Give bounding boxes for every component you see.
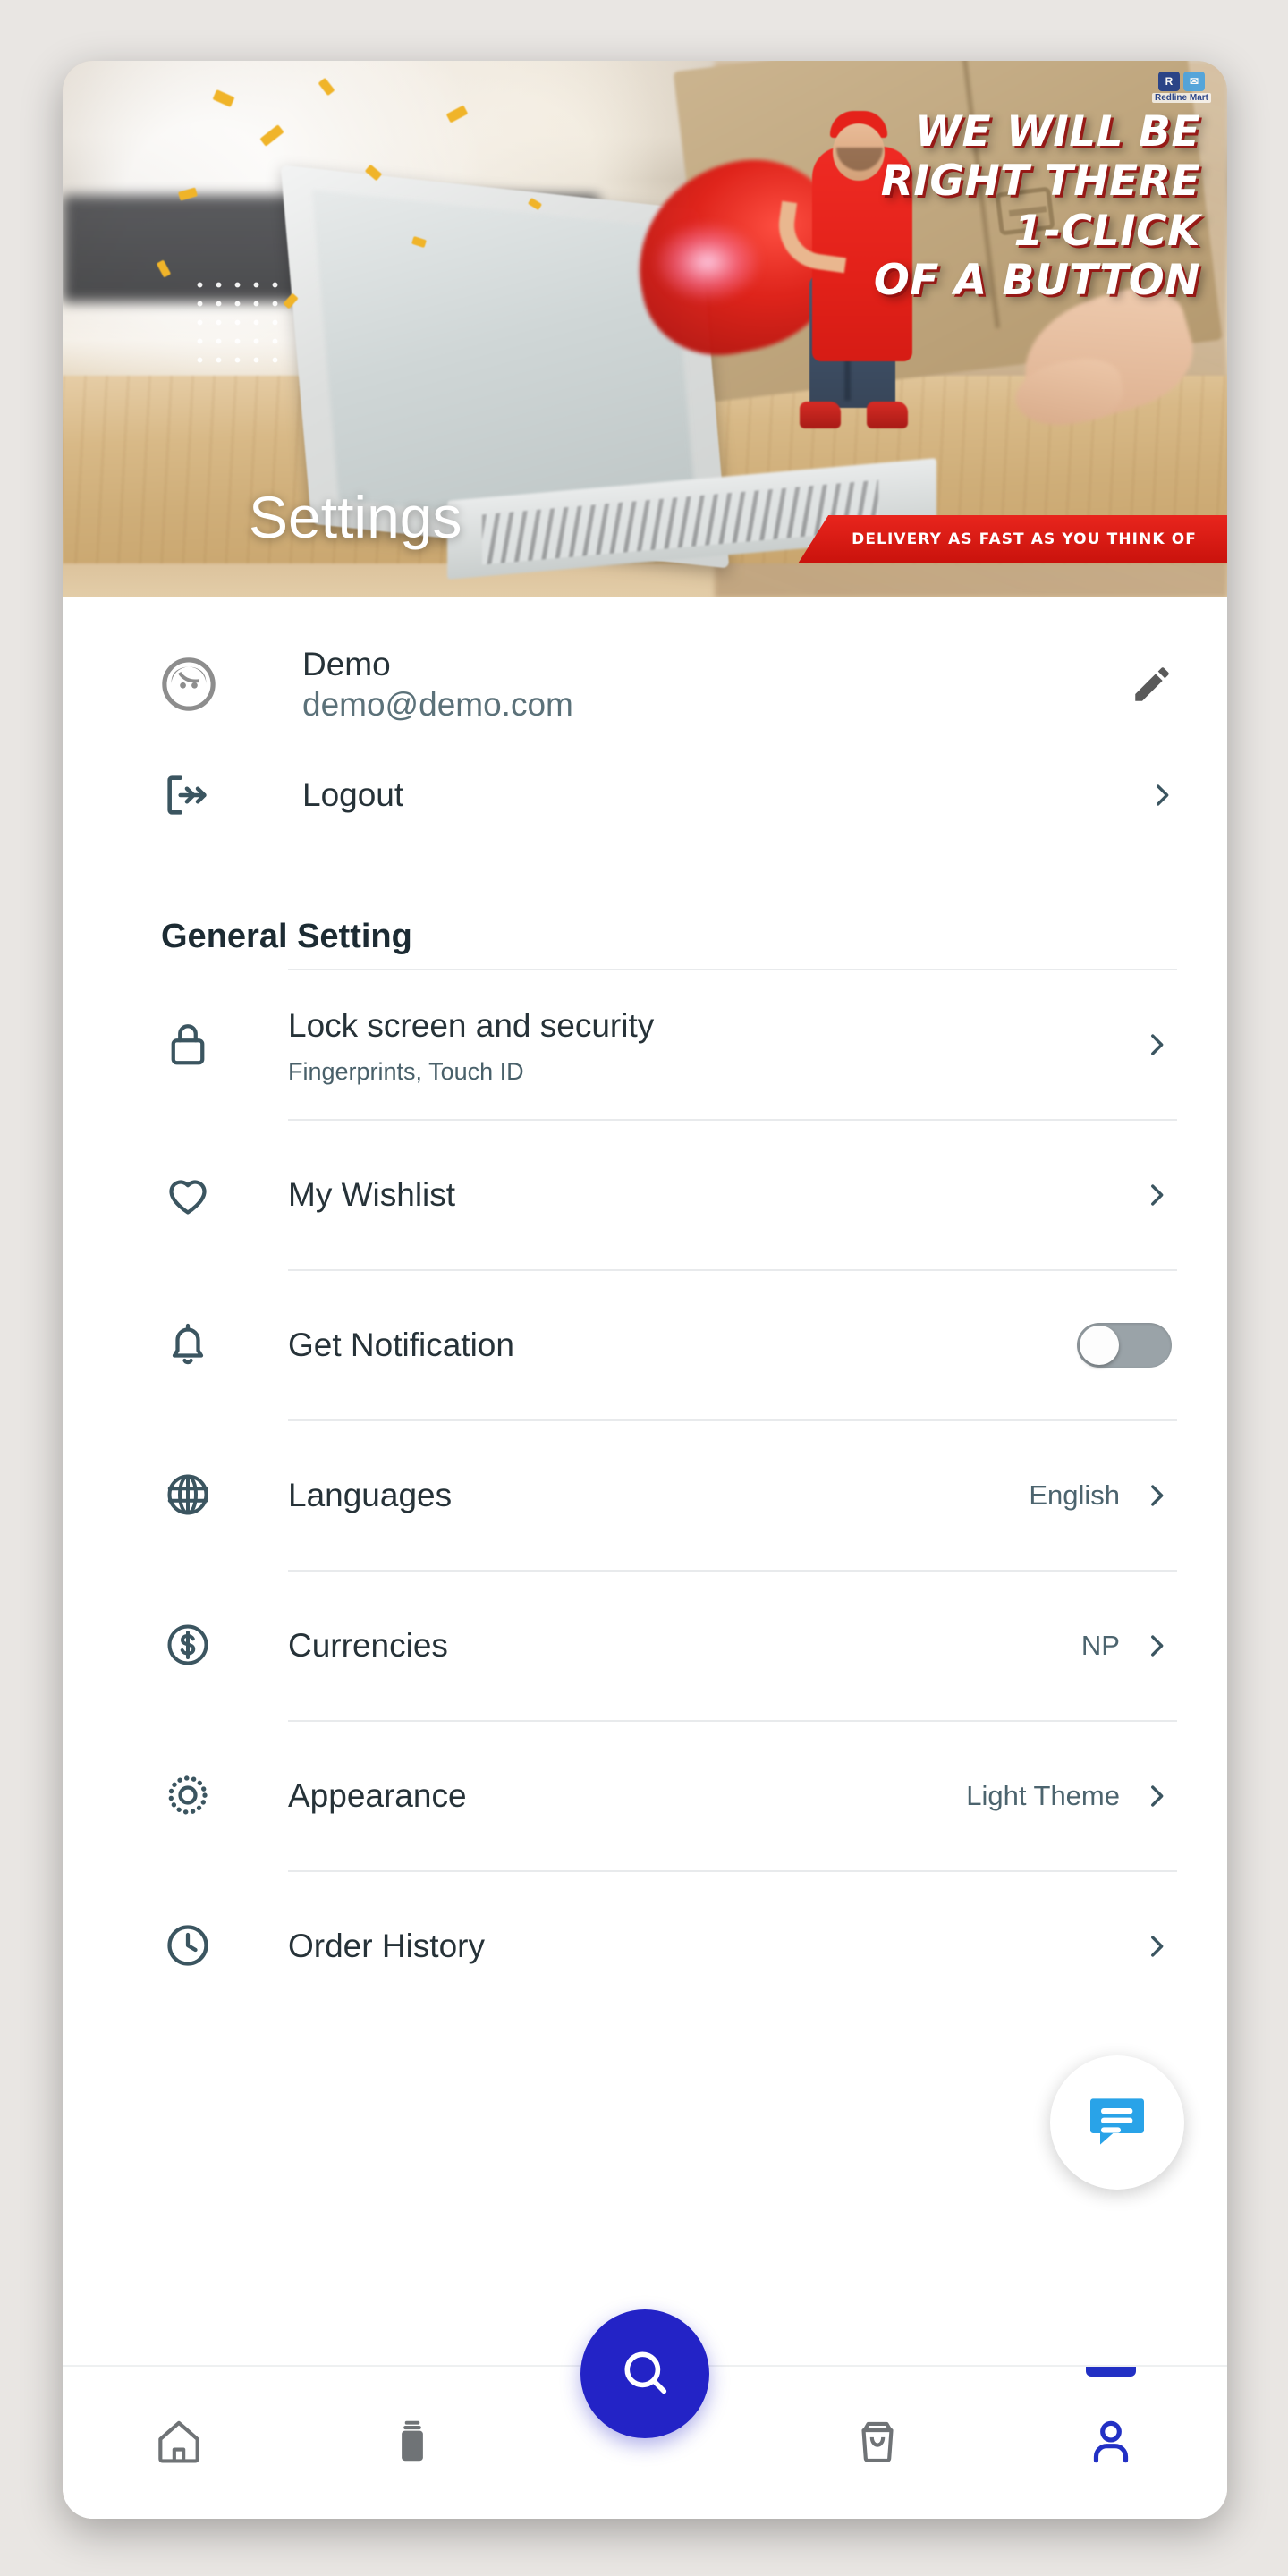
bottom-navigation-bar [63, 2309, 1227, 2519]
brand-mail-tile: ✉ [1182, 72, 1205, 91]
setting-row-labels: Languages [288, 1474, 1029, 1517]
heart-icon [161, 1167, 220, 1221]
pencil-edit-icon[interactable] [1127, 659, 1177, 709]
headline-line-3: 1-CLICK [1013, 206, 1200, 256]
setting-row-body: Currencies NP [288, 1570, 1177, 1720]
clock-icon [161, 1919, 220, 1972]
settings-content: Demo demo@demo.com Logout General Settin… [63, 597, 1227, 2365]
chat-support-button[interactable] [1050, 2055, 1184, 2190]
nav-item-categories[interactable] [295, 2367, 528, 2519]
setting-title: Currencies [288, 1627, 448, 1665]
setting-row-labels: Lock screen and security Fingerprints, T… [288, 1004, 1141, 1086]
brand-name-label: Redline Mart [1151, 93, 1211, 103]
person-icon [1083, 2413, 1139, 2473]
setting-value: NP [1080, 1630, 1120, 1662]
chevron-right-icon[interactable] [1141, 1931, 1172, 1962]
page-title: Settings [249, 484, 462, 550]
setting-row-labels: My Wishlist [288, 1174, 1141, 1216]
profile-name: Demo [302, 646, 391, 682]
setting-row-body: Order History [288, 1870, 1177, 2021]
setting-value: English [1029, 1479, 1120, 1512]
settings-hero-banner: R ✉ Redline Mart WE WILL BE RIGHT THERE … [63, 61, 1227, 597]
chevron-right-icon[interactable] [1141, 1781, 1172, 1811]
setting-row-body: Languages English [288, 1419, 1177, 1570]
setting-row-labels: Get Notification [288, 1324, 1077, 1367]
logout-row[interactable]: Logout [63, 750, 1227, 841]
setting-title: Appearance [288, 1777, 467, 1815]
nav-item-cart[interactable] [761, 2367, 994, 2519]
setting-row-lock-screen-and-security[interactable]: Lock screen and security Fingerprints, T… [161, 969, 1177, 1119]
chat-bubble-icon [1081, 2085, 1153, 2161]
general-settings-list: Lock screen and security Fingerprints, T… [63, 969, 1227, 2021]
ribbon-label: DELIVERY AS FAST AS YOU THINK OF [852, 530, 1197, 548]
nav-item-search[interactable] [529, 2309, 761, 2519]
dollar-circle-icon [161, 1618, 220, 1672]
general-setting-title: General Setting [161, 918, 412, 956]
setting-row-body: Lock screen and security Fingerprints, T… [288, 969, 1177, 1119]
setting-title: Languages [288, 1477, 453, 1514]
brand-logo: R ✉ Redline Mart [1151, 72, 1211, 103]
nav-item-home[interactable] [63, 2367, 295, 2519]
nav-item-account[interactable] [995, 2367, 1227, 2519]
banner-hero-shoe-left [799, 402, 841, 428]
toggle-knob [1080, 1326, 1119, 1366]
user-avatar-icon [161, 657, 216, 712]
profile-row[interactable]: Demo demo@demo.com [63, 597, 1227, 750]
setting-value: Light Theme [966, 1780, 1120, 1812]
search-fab-button[interactable] [580, 2309, 710, 2438]
sun-brightness-icon [161, 1768, 220, 1822]
setting-row-currencies[interactable]: Currencies NP [161, 1570, 1177, 1720]
logout-arrow-icon [161, 769, 213, 821]
chevron-right-icon[interactable] [1141, 1480, 1172, 1511]
brand-initial-tile: R [1157, 72, 1180, 91]
chevron-right-icon[interactable] [1141, 1631, 1172, 1661]
chevron-right-icon[interactable] [1141, 1030, 1172, 1060]
setting-row-my-wishlist[interactable]: My Wishlist [161, 1119, 1177, 1269]
home-icon [151, 2413, 207, 2473]
profile-email: demo@demo.com [302, 686, 573, 724]
headline-line-1: WE WILL BE [915, 107, 1200, 157]
setting-subtitle: Fingerprints, Touch ID [288, 1057, 524, 1085]
globe-icon [161, 1468, 220, 1521]
setting-title: Lock screen and security [288, 1006, 655, 1044]
shopping-bag-icon [850, 2413, 905, 2473]
setting-title: Get Notification [288, 1326, 514, 1364]
setting-row-order-history[interactable]: Order History [161, 1870, 1177, 2021]
banner-dot-pattern [191, 275, 284, 370]
banner-hero-shoe-right [867, 402, 909, 428]
setting-row-labels: Order History [288, 1925, 1141, 1968]
chevron-right-icon[interactable] [1147, 780, 1177, 810]
setting-row-get-notification[interactable]: Get Notification [161, 1269, 1177, 1419]
delivery-ribbon: DELIVERY AS FAST AS YOU THINK OF [798, 515, 1227, 564]
headline-line-2: RIGHT THERE [880, 157, 1200, 207]
lock-icon [161, 1017, 220, 1071]
setting-row-body: Appearance Light Theme [288, 1720, 1177, 1870]
phone-frame: R ✉ Redline Mart WE WILL BE RIGHT THERE … [63, 61, 1227, 2519]
bell-icon [161, 1318, 220, 1371]
setting-row-labels: Appearance [288, 1775, 966, 1818]
setting-row-body: My Wishlist [288, 1119, 1177, 1269]
chevron-right-icon[interactable] [1141, 1180, 1172, 1210]
setting-row-appearance[interactable]: Appearance Light Theme [161, 1720, 1177, 1870]
banner-headline: WE WILL BE RIGHT THERE 1-CLICK OF A BUTT… [735, 107, 1200, 306]
setting-title: My Wishlist [288, 1176, 456, 1214]
notification-toggle[interactable] [1077, 1323, 1172, 1368]
logout-label: Logout [302, 776, 404, 814]
setting-row-languages[interactable]: Languages English [161, 1419, 1177, 1570]
profile-text-block: Demo demo@demo.com [302, 644, 1127, 724]
headline-line-4: OF A BUTTON [873, 256, 1200, 306]
setting-title: Order History [288, 1928, 485, 1965]
search-icon [616, 2343, 674, 2405]
box-stack-icon [385, 2413, 440, 2473]
setting-row-labels: Currencies [288, 1624, 1081, 1667]
setting-row-body: Get Notification [288, 1269, 1177, 1419]
